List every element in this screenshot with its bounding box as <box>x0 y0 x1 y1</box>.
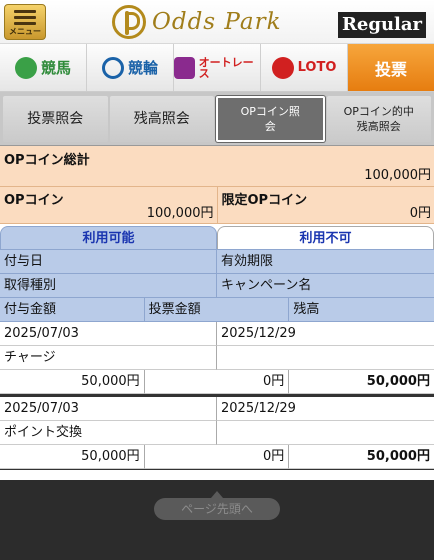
bicycle-icon <box>101 56 124 79</box>
campaign-name <box>217 421 434 445</box>
category-nav: 競馬 競輪 オートレース LOTO 投票 <box>0 44 434 92</box>
grant-date: 2025/07/03 <box>0 397 217 421</box>
limited-op-coin-box: 限定OPコイン 0円 <box>218 187 434 223</box>
category-label: 投票 <box>374 59 407 79</box>
grant-date: 2025/07/03 <box>0 322 217 346</box>
header-expiry: 有効期限 <box>217 250 434 274</box>
tab-op-coin-win-balance[interactable]: OPコイン的中残高照会 <box>326 95 431 142</box>
acquisition-type: ポイント交換 <box>0 421 217 445</box>
header-acquisition-type: 取得種別 <box>0 274 217 298</box>
table-row: 2025/07/03 2025/12/29 チャージ 50,000円 0円 50… <box>0 322 434 397</box>
logo-text: Odds Park <box>152 9 282 35</box>
menu-button[interactable]: メニュー <box>4 4 46 40</box>
tab-label: OPコイン照会 <box>240 104 300 133</box>
page-footer: ページ先頭へ <box>0 480 434 560</box>
bet-amount: 0円 <box>144 370 290 394</box>
motorcycle-icon <box>174 56 195 79</box>
odds-park-logo-icon <box>112 5 146 39</box>
header-grant-date: 付与日 <box>0 250 217 274</box>
tab-unavailable[interactable]: 利用不可 <box>217 226 434 249</box>
campaign-name <box>217 346 434 370</box>
coin-records: 2025/07/03 2025/12/29 チャージ 50,000円 0円 50… <box>0 322 434 470</box>
tab-bet-inquiry[interactable]: 投票照会 <box>3 95 108 142</box>
op-coin-label: OPコイン <box>4 193 64 208</box>
grant-amount: 50,000円 <box>0 445 145 469</box>
limited-op-coin-label: 限定OPコイン <box>221 193 308 208</box>
category-label: LOTO <box>297 60 337 75</box>
balance: 50,000円 <box>289 370 434 394</box>
op-coin-summary: OPコイン総計 100,000円 OPコイン 100,000円 限定OPコイン … <box>0 146 434 224</box>
op-coin-box: OPコイン 100,000円 <box>0 187 218 223</box>
site-logo[interactable]: Odds Park <box>112 5 282 39</box>
header-grant-amount: 付与金額 <box>0 298 145 322</box>
tab-op-coin-inquiry[interactable]: OPコイン照会 <box>216 95 325 142</box>
table-row: 2025/07/03 2025/12/29 ポイント交換 50,000円 0円 … <box>0 397 434 470</box>
category-label: 競馬 <box>40 59 71 77</box>
header-campaign-name: キャンペーン名 <box>217 274 434 298</box>
bet-amount: 0円 <box>144 445 290 469</box>
acquisition-type: チャージ <box>0 346 217 370</box>
membership-badge: Regular <box>338 12 426 38</box>
tab-available[interactable]: 利用可能 <box>0 226 217 249</box>
category-keiba[interactable]: 競馬 <box>0 44 87 91</box>
total-label: OPコイン総計 <box>4 153 90 168</box>
page-top-button[interactable]: ページ先頭へ <box>154 491 280 520</box>
loto-icon <box>271 56 294 79</box>
category-keirin[interactable]: 競輪 <box>87 44 174 91</box>
category-vote[interactable]: 投票 <box>348 44 434 91</box>
expiry-date: 2025/12/29 <box>217 397 434 421</box>
header-bet-amount: 投票金額 <box>144 298 290 322</box>
category-autorace[interactable]: オートレース <box>174 44 261 91</box>
availability-tabs: 利用可能 利用不可 <box>0 226 434 249</box>
category-label: 競輪 <box>127 59 158 77</box>
table-header: 付与日 有効期限 取得種別 キャンペーン名 付与金額 投票金額 残高 <box>0 249 434 322</box>
grant-amount: 50,000円 <box>0 370 145 394</box>
menu-button-label: メニュー <box>9 27 41 36</box>
balance: 50,000円 <box>289 445 434 469</box>
header-balance: 残高 <box>289 298 434 322</box>
expiry-date: 2025/12/29 <box>217 322 434 346</box>
total-value: 100,000円 <box>364 168 431 183</box>
category-label: オートレース <box>198 55 254 80</box>
category-loto[interactable]: LOTO <box>261 44 348 91</box>
inquiry-tabs: 投票照会 残高照会 OPコイン照会 OPコイン的中残高照会 <box>0 92 434 146</box>
horse-icon <box>14 56 37 79</box>
site-header: メニュー Odds Park Regular <box>0 0 434 44</box>
tab-balance-inquiry[interactable]: 残高照会 <box>109 95 214 142</box>
tab-label: OPコイン的中残高照会 <box>343 104 414 133</box>
